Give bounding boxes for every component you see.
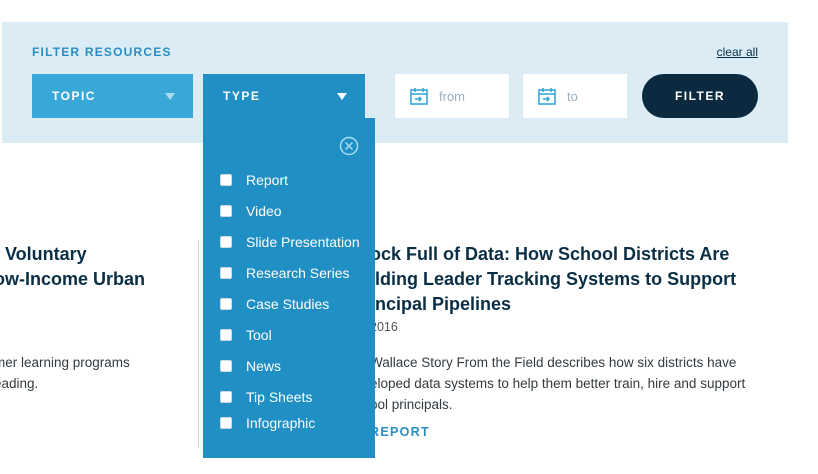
checkbox[interactable] — [220, 360, 232, 372]
type-option-label: Video — [246, 203, 282, 219]
type-option-report[interactable]: Report — [220, 170, 288, 190]
checkbox[interactable] — [220, 205, 232, 217]
resource-description: mer learning programs eading. — [0, 355, 130, 391]
topic-select-label: TOPIC — [52, 89, 96, 103]
checkbox[interactable] — [220, 417, 232, 429]
resource-title[interactable]: ock Full of Data: How School Districts A… — [370, 242, 790, 317]
type-select[interactable]: TYPE — [203, 74, 365, 118]
type-option-label: Tip Sheets — [246, 389, 313, 405]
date-from-placeholder: from — [439, 88, 465, 104]
checkbox[interactable] — [220, 174, 232, 186]
type-dropdown-menu: Report Video Slide Presentation Research… — [203, 118, 375, 458]
date-to-placeholder: to — [567, 88, 578, 104]
checkbox[interactable] — [220, 298, 232, 310]
type-option-label: Report — [246, 172, 289, 188]
filter-button[interactable]: FILTER — [642, 74, 758, 118]
checkbox[interactable] — [220, 267, 232, 279]
checkbox[interactable] — [220, 236, 232, 248]
type-option-label: Tool — [246, 327, 272, 343]
type-option-tool[interactable]: Tool — [220, 325, 272, 345]
type-option-tip-sheets[interactable]: Tip Sheets — [220, 387, 312, 407]
date-from-input[interactable]: from — [395, 74, 509, 118]
type-option-news[interactable]: News — [220, 356, 281, 376]
type-option-label: Slide Presentation — [246, 234, 360, 250]
resource-description: Wallace Story From the Field describes h… — [370, 355, 746, 412]
type-option-infographic[interactable]: Infographic — [220, 413, 315, 433]
clear-all-link[interactable]: clear all — [717, 45, 758, 59]
topic-select[interactable]: TOPIC — [32, 74, 193, 118]
type-option-label: Case Studies — [246, 296, 330, 312]
date-to-input[interactable]: to — [523, 74, 627, 118]
close-icon[interactable] — [339, 136, 359, 156]
chevron-down-icon — [165, 93, 175, 100]
type-option-label: News — [246, 358, 282, 374]
type-option-video[interactable]: Video — [220, 201, 282, 221]
checkbox[interactable] — [220, 329, 232, 341]
type-option-label: Infographic — [246, 415, 316, 431]
resource-type-tag[interactable]: REPORT — [370, 425, 430, 439]
resource-title[interactable]: f Voluntary ow-Income Urban — [0, 242, 184, 292]
type-option-research-series[interactable]: Research Series — [220, 263, 350, 283]
type-option-slide-presentation[interactable]: Slide Presentation — [220, 232, 360, 252]
type-option-label: Research Series — [246, 265, 350, 281]
checkbox[interactable] — [220, 391, 232, 403]
filter-title: FILTER RESOURCES — [32, 45, 172, 59]
type-select-label: TYPE — [223, 89, 261, 103]
type-option-case-studies[interactable]: Case Studies — [220, 294, 329, 314]
filter-panel: FILTER RESOURCES clear all TOPIC TYPE fr… — [2, 22, 788, 143]
calendar-icon — [410, 88, 428, 105]
card-divider — [198, 240, 199, 448]
calendar-icon — [538, 88, 556, 105]
chevron-down-icon — [337, 93, 347, 100]
